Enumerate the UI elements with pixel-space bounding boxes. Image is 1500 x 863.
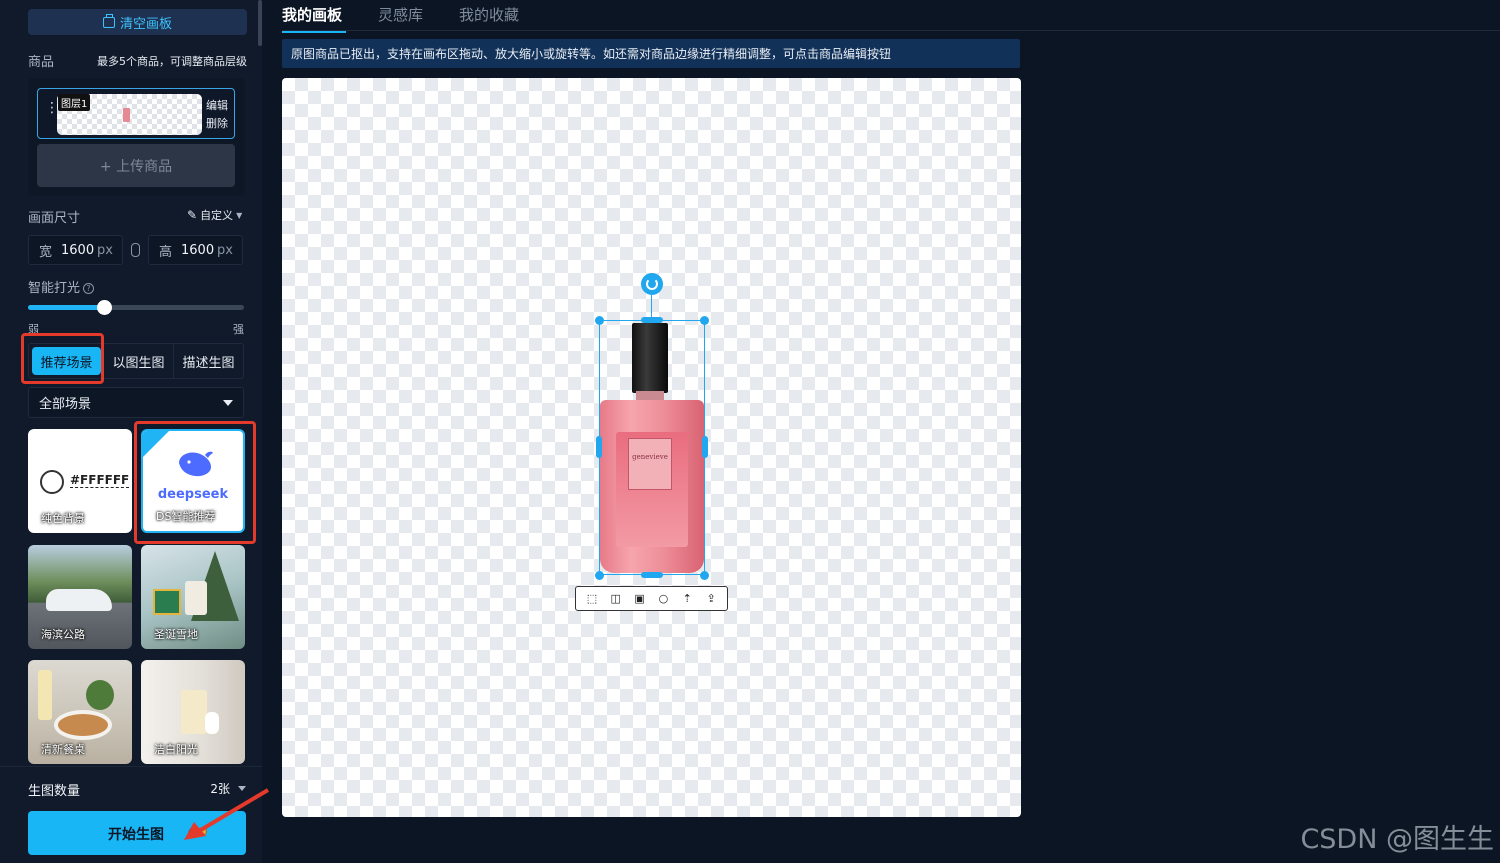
caret-down-icon xyxy=(223,399,233,406)
scene-filter-select[interactable]: 全部场景 xyxy=(28,387,244,418)
lighting-slider-thumb[interactable] xyxy=(96,300,112,315)
fit-icon[interactable]: ▣ xyxy=(633,592,646,605)
drag-handle-icon[interactable]: ⋮ xyxy=(45,101,59,115)
resize-handle-tr[interactable] xyxy=(700,316,709,325)
tab-my-canvas[interactable]: 我的画板 xyxy=(282,0,347,33)
chevron-down-icon: ▼ xyxy=(236,210,243,220)
edit-product-button[interactable]: 编辑 xyxy=(206,97,228,113)
custom-size-dropdown[interactable]: ✎ 自定义 ▼ xyxy=(187,207,242,223)
resize-handle-bl[interactable] xyxy=(595,571,604,580)
lighting-title-row: 智能打光? xyxy=(28,277,95,296)
width-unit: px xyxy=(97,242,113,258)
lighting-slider-fill xyxy=(28,305,104,310)
bottle-image xyxy=(38,670,52,720)
tabs-divider xyxy=(282,30,1500,31)
clear-canvas-button[interactable]: 清空画板 xyxy=(28,9,247,35)
delete-product-button[interactable]: 删除 xyxy=(206,115,228,131)
question-circle-icon[interactable]: ? xyxy=(83,283,95,294)
color-swatch xyxy=(40,470,64,494)
divider xyxy=(0,766,262,767)
canvas-icon xyxy=(102,13,115,28)
layer-up-icon[interactable]: ⇡ xyxy=(681,592,694,605)
resize-handle-bottom[interactable] xyxy=(641,572,663,578)
tab-text-to-image[interactable]: 描述生图 xyxy=(174,344,243,378)
flip-icon[interactable]: ◫ xyxy=(609,592,622,605)
jar-image xyxy=(181,690,207,734)
sidebar: 清空画板 商品 最多5个商品，可调整商品层级 ⋮ 图层1 编辑 删除 + 上传商… xyxy=(0,0,262,863)
scene-card-sunlight[interactable]: 洁白阳光 xyxy=(141,660,245,764)
rotate-handle-icon[interactable] xyxy=(641,273,663,295)
custom-size-label: 自定义 xyxy=(200,209,234,222)
resize-handle-br[interactable] xyxy=(700,571,709,580)
scene-card-label: 清新餐桌 xyxy=(41,743,85,756)
product-layer-card[interactable]: ⋮ 图层1 编辑 删除 xyxy=(37,88,235,139)
gift-image xyxy=(153,589,181,615)
scene-card-label: 海滨公路 xyxy=(41,628,85,641)
width-label: 宽 xyxy=(39,244,53,260)
lighting-slider[interactable] xyxy=(28,300,244,315)
image-count-label: 生图数量 xyxy=(28,784,81,799)
resize-handle-left[interactable] xyxy=(596,436,602,458)
annotation-highlight-tab xyxy=(21,333,104,384)
tab-inspiration[interactable]: 灵感库 xyxy=(378,0,423,30)
pencil-icon: ✎ xyxy=(187,208,198,222)
scene-card-table[interactable]: 清新餐桌 xyxy=(28,660,132,764)
lock-ratio-icon[interactable] xyxy=(131,243,140,257)
scene-card-christmas[interactable]: 圣诞雪地 xyxy=(141,545,245,649)
width-value[interactable]: 1600 xyxy=(61,243,97,258)
design-canvas[interactable]: genevieve ⬚ ◫ ▣ ○ ⇡ ⇪ xyxy=(282,78,1021,817)
canvas-size-title: 画面尺寸 xyxy=(28,211,81,226)
top-tabs: 我的画板 灵感库 我的收藏 xyxy=(282,0,519,33)
scene-card-solid[interactable]: #FFFFFF 纯色背景 xyxy=(28,429,132,533)
tab-favorites[interactable]: 我的收藏 xyxy=(459,0,519,30)
tab-image-to-image[interactable]: 以图生图 xyxy=(104,344,174,378)
jar-image xyxy=(185,581,207,615)
height-field[interactable]: 高 1600 px xyxy=(148,235,243,265)
resize-handle-tl[interactable] xyxy=(595,316,604,325)
width-field[interactable]: 宽 1600 px xyxy=(28,235,123,265)
scene-card-road[interactable]: 海滨公路 xyxy=(28,545,132,649)
sidebar-scrollbar[interactable] xyxy=(258,0,262,46)
car-image xyxy=(46,589,112,611)
resize-handle-right[interactable] xyxy=(702,436,708,458)
scene-filter-value: 全部场景 xyxy=(39,397,92,412)
scene-card-label: 圣诞雪地 xyxy=(154,628,198,641)
vase-image xyxy=(205,712,219,734)
scene-card-label: 洁白阳光 xyxy=(154,743,198,756)
height-label: 高 xyxy=(159,244,173,260)
goods-title: 商品 xyxy=(28,55,55,70)
selection-box[interactable] xyxy=(599,320,705,575)
annotation-arrow xyxy=(184,788,270,840)
height-value[interactable]: 1600 xyxy=(181,243,217,258)
height-unit: px xyxy=(217,242,233,258)
annotation-highlight-ds xyxy=(134,421,256,544)
start-generate-label: 开始生图 xyxy=(108,827,164,843)
plate-image xyxy=(54,710,112,740)
rotate-icon[interactable]: ○ xyxy=(657,592,670,605)
plant-image xyxy=(86,680,114,710)
clear-canvas-label: 清空画板 xyxy=(119,16,172,32)
cutout-icon[interactable]: ⬚ xyxy=(585,592,598,605)
layer-top-icon[interactable]: ⇪ xyxy=(705,592,718,605)
layer-tag: 图层1 xyxy=(58,94,91,111)
resize-handle-top[interactable] xyxy=(641,317,663,323)
notice-banner: 原图商品已抠出，支持在画布区拖动、放大缩小或旋转等。如还需对商品边缘进行精细调整… xyxy=(282,39,1020,68)
lighting-max-label: 强 xyxy=(233,323,244,336)
swatch-hex: #FFFFFF xyxy=(70,473,130,488)
object-toolbar: ⬚ ◫ ▣ ○ ⇡ ⇪ xyxy=(575,586,728,611)
upload-product-button[interactable]: + 上传商品 xyxy=(37,144,235,187)
goods-hint: 最多5个商品，可调整商品层级 xyxy=(97,55,247,68)
perfume-thumb xyxy=(123,108,130,122)
lighting-title: 智能打光 xyxy=(28,281,81,296)
watermark: CSDN @图生生 xyxy=(1300,824,1494,855)
scene-card-label: 纯色背景 xyxy=(41,512,85,525)
